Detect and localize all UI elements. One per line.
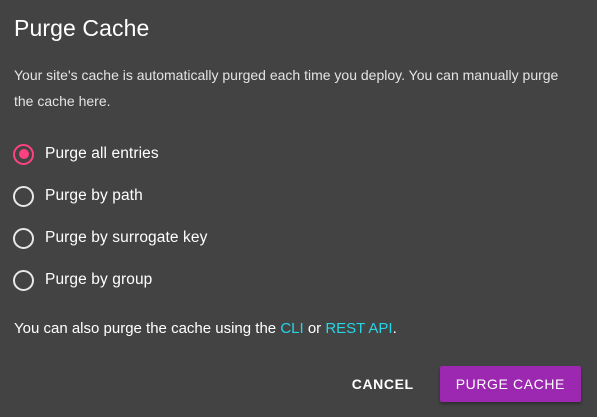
footnote-suffix: . xyxy=(392,320,397,337)
radio-option-label: Purge all entries xyxy=(45,145,159,162)
radio-unchecked-icon[interactable] xyxy=(13,185,34,207)
radio-option-label: Purge by group xyxy=(45,271,153,288)
footnote-middle: or xyxy=(303,320,326,337)
radio-option-purge-all-entries[interactable]: Purge all entries xyxy=(13,133,207,175)
radio-unchecked-icon[interactable] xyxy=(13,227,34,249)
radio-option-purge-by-surrogate-key[interactable]: Purge by surrogate key xyxy=(13,217,207,259)
radio-unchecked-icon[interactable] xyxy=(13,269,34,291)
dialog-description: Your site's cache is automatically purge… xyxy=(14,67,559,109)
purge-options-radio-group: Purge all entries Purge by path Purge by… xyxy=(13,133,207,301)
radio-option-label: Purge by surrogate key xyxy=(45,229,208,246)
cancel-button[interactable]: CANCEL xyxy=(342,366,424,402)
alternative-methods-note: You can also purge the cache using the C… xyxy=(14,318,397,340)
rest-api-link[interactable]: REST API xyxy=(325,320,392,337)
radio-option-purge-by-group[interactable]: Purge by group xyxy=(13,259,207,301)
footnote-prefix: You can also purge the cache using the xyxy=(14,320,281,337)
dialog-title: Purge Cache xyxy=(14,15,150,41)
purge-cache-button[interactable]: PURGE CACHE xyxy=(439,366,581,402)
cli-link[interactable]: CLI xyxy=(280,320,303,337)
radio-option-purge-by-path[interactable]: Purge by path xyxy=(13,175,207,217)
dialog-actions: CANCEL PURGE CACHE xyxy=(342,366,581,402)
purge-cache-dialog: Purge Cache Your site's cache is automat… xyxy=(0,0,597,417)
radio-checked-icon[interactable] xyxy=(13,143,34,165)
radio-option-label: Purge by path xyxy=(45,187,143,204)
